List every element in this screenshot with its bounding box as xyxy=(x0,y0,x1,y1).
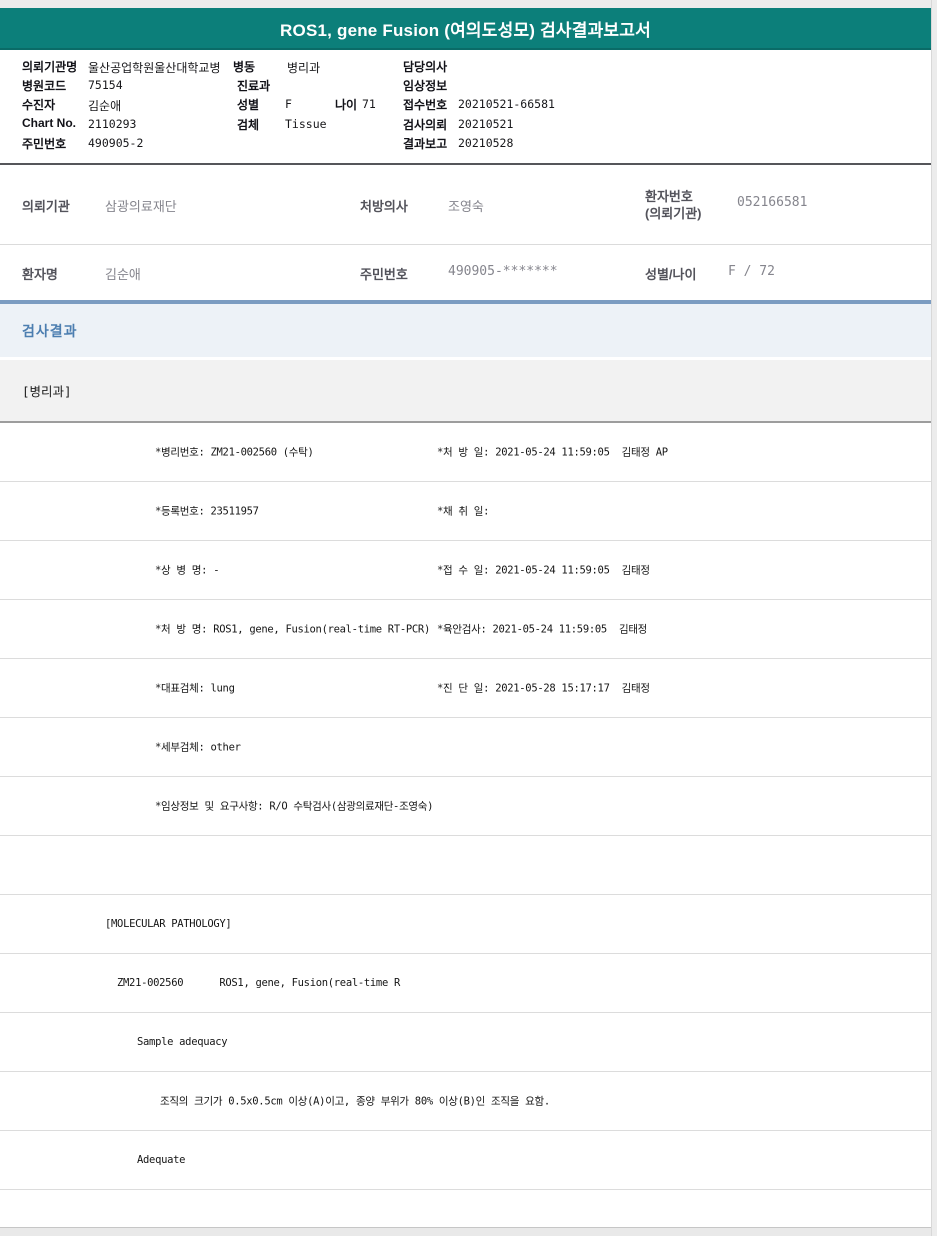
age-label: 나이 xyxy=(335,98,358,112)
patient-no-label-line2: (의뢰기관) xyxy=(645,206,702,221)
receipt-date-text: *접 수 일: 2021-05-24 11:59:05 김태정 xyxy=(437,564,650,577)
result-row-blank-1 xyxy=(0,836,931,895)
resident-no-value: 490905-2 xyxy=(88,136,144,150)
main-specimen-text: *대표검체: lung xyxy=(155,682,235,695)
patient-row: 환자명 김순애 주민번호 490905-******* 성별/나이 F / 72 xyxy=(0,245,931,300)
adequacy-result-text: Adequate xyxy=(137,1154,186,1166)
hospital-code-label: 병원코드 xyxy=(22,79,67,93)
gross-exam-text: *육안검사: 2021-05-24 11:59:05 김태정 xyxy=(437,623,648,636)
referral-row: 의뢰기관 삼광의료재단 처방의사 조영숙 환자번호 (의뢰기관) 0521665… xyxy=(0,166,931,244)
report-page: ROS1, gene Fusion (여의도성모) 검사결과보고서 의뢰기관명 … xyxy=(0,0,937,1236)
referrer-label: 의뢰기관 xyxy=(22,199,70,214)
top-margin-strip xyxy=(0,0,937,8)
result-rows: *병리번호: ZM21-002560 (수탁) *처 방 일: 2021-05-… xyxy=(0,423,931,1227)
order-date-text: *처 방 일: 2021-05-24 11:59:05 김태정 AP xyxy=(437,446,668,459)
result-row-registration-no: *등록번호: 23511957 *채 취 일: xyxy=(0,482,931,541)
result-row-test-id: ZM21-002560 ROS1, gene, Fusion(real-time… xyxy=(0,954,931,1013)
referrer-value: 삼광의료재단 xyxy=(105,199,177,214)
org-value: 울산공업학원울산대학교병 xyxy=(88,61,221,75)
chart-no-label: Chart No. xyxy=(22,116,76,130)
attending-doctor-label: 담당의사 xyxy=(403,60,448,74)
dept-header-text: [병리과] xyxy=(22,384,72,399)
footer-strip xyxy=(0,1227,931,1236)
result-row-sample-adequacy: Sample adequacy xyxy=(0,1013,931,1072)
request-date-value: 20210521 xyxy=(458,117,514,131)
result-row-adequacy-criteria: 조직의 크기가 0.5x0.5cm 이상(A)이고, 종양 부위가 80% 이상… xyxy=(0,1072,931,1131)
patient-value: 김순애 xyxy=(88,99,122,113)
result-row-pathology-no: *병리번호: ZM21-002560 (수탁) *처 방 일: 2021-05-… xyxy=(0,423,931,482)
department-label: 진료과 xyxy=(237,79,271,93)
accession-no-value: 20210521-66581 xyxy=(458,97,555,111)
header-divider xyxy=(0,163,931,165)
patient-name-value: 김순애 xyxy=(105,267,141,282)
clinical-info-label: 임상정보 xyxy=(403,79,448,93)
sample-adequacy-text: Sample adequacy xyxy=(137,1036,228,1048)
specimen-value: Tissue xyxy=(285,117,327,131)
dept-header-band: [병리과] xyxy=(0,360,931,423)
result-row-order-name: *처 방 명: ROS1, gene, Fusion(real-time RT-… xyxy=(0,600,931,659)
adequacy-criteria-text: 조직의 크기가 0.5x0.5cm 이상(A)이고, 종양 부위가 80% 이상… xyxy=(160,1095,550,1108)
sex-age-value: F / 72 xyxy=(728,264,775,279)
request-date-label: 검사의뢰 xyxy=(403,118,448,132)
report-date-value: 20210528 xyxy=(458,136,514,150)
result-row-adequacy-result: Adequate xyxy=(0,1131,931,1190)
diagnosis-date-text: *진 단 일: 2021-05-28 15:17:17 김태정 xyxy=(437,682,650,695)
chart-no-value: 2110293 xyxy=(88,117,137,131)
prescriber-label: 처방의사 xyxy=(360,199,408,214)
patient-header: 의뢰기관명 울산공업학원울산대학교병 병동 병리과 담당의사 병원코드 7515… xyxy=(0,50,931,163)
ward-value: 병리과 xyxy=(287,61,321,75)
sub-specimen-text: *세부검체: other xyxy=(155,741,241,754)
hospital-code-value: 75154 xyxy=(88,78,123,92)
sex-age-label: 성별/나이 xyxy=(645,267,697,282)
result-row-main-specimen: *대표검체: lung *진 단 일: 2021-05-28 15:17:17 … xyxy=(0,659,931,718)
results-section-header: 검사결과 xyxy=(0,304,931,357)
specimen-label: 검체 xyxy=(237,118,260,132)
ward-label: 병동 xyxy=(233,60,256,74)
masked-resident-no-label: 주민번호 xyxy=(360,267,408,282)
result-row-sub-specimen: *세부검체: other xyxy=(0,718,931,777)
sex-label: 성별 xyxy=(237,98,260,112)
test-id-text: ZM21-002560 ROS1, gene, Fusion(real-time… xyxy=(117,977,401,989)
patient-label: 수진자 xyxy=(22,98,56,112)
accession-no-label: 접수번호 xyxy=(403,98,448,112)
prescriber-value: 조영숙 xyxy=(448,199,484,214)
org-label: 의뢰기관명 xyxy=(22,60,78,74)
resident-no-label: 주민번호 xyxy=(22,137,67,151)
right-margin-strip xyxy=(931,0,937,1236)
result-row-molecular-header: [MOLECULAR PATHOLOGY] xyxy=(0,895,931,954)
result-row-diagnosis-name: *상 병 명: - *접 수 일: 2021-05-24 11:59:05 김태… xyxy=(0,541,931,600)
patient-no-value: 052166581 xyxy=(737,195,808,210)
result-row-clinical-request: *임상정보 및 요구사항: R/O 수탁검사(삼광의료재단-조영숙) xyxy=(0,777,931,836)
pathology-no-text: *병리번호: ZM21-002560 (수탁) xyxy=(155,446,314,459)
molecular-header-text: [MOLECULAR PATHOLOGY] xyxy=(105,918,232,930)
results-section-title: 검사결과 xyxy=(22,322,78,339)
collection-date-text: *채 취 일: xyxy=(437,505,490,518)
report-title-bar: ROS1, gene Fusion (여의도성모) 검사결과보고서 xyxy=(0,8,931,50)
report-date-label: 결과보고 xyxy=(403,137,448,151)
diagnosis-name-text: *상 병 명: - xyxy=(155,564,220,577)
page-title: ROS1, gene Fusion (여의도성모) 검사결과보고서 xyxy=(280,20,651,40)
result-row-blank-2 xyxy=(0,1190,931,1227)
sex-value: F xyxy=(285,97,292,111)
age-value: 71 xyxy=(362,97,376,111)
patient-name-label: 환자명 xyxy=(22,267,58,282)
masked-resident-no-value: 490905-******* xyxy=(448,264,558,279)
registration-no-text: *등록번호: 23511957 xyxy=(155,505,259,518)
order-name-text: *처 방 명: ROS1, gene, Fusion(real-time RT-… xyxy=(155,623,430,636)
clinical-request-text: *임상정보 및 요구사항: R/O 수탁검사(삼광의료재단-조영숙) xyxy=(155,800,434,813)
